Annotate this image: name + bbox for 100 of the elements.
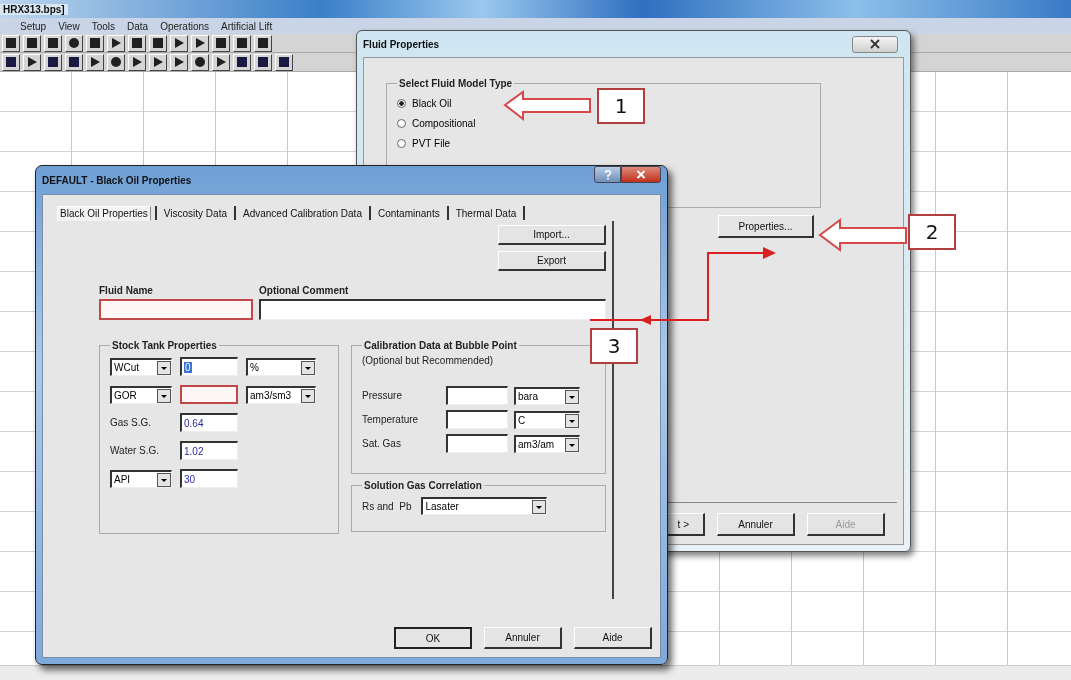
tab[interactable]: Thermal Data bbox=[452, 205, 520, 221]
triangle-icon bbox=[194, 37, 206, 49]
input-field[interactable] bbox=[446, 434, 508, 453]
tab[interactable]: Viscosity Data bbox=[160, 205, 230, 221]
dialog-button[interactable]: Export bbox=[498, 251, 606, 271]
input-field[interactable]: 0.64 bbox=[180, 413, 238, 432]
close-button[interactable] bbox=[852, 35, 898, 53]
dropdown[interactable]: am3/sm3 bbox=[246, 385, 316, 404]
dialog-button[interactable]: Annuler bbox=[717, 513, 795, 536]
toolbar-button[interactable] bbox=[107, 34, 125, 52]
triangle-icon bbox=[131, 56, 143, 68]
dropdown[interactable]: % bbox=[246, 357, 316, 376]
field-label: Temperature bbox=[362, 414, 420, 425]
toolbar-button[interactable] bbox=[44, 34, 62, 52]
toolbar-button[interactable] bbox=[44, 53, 62, 71]
dialog-button[interactable]: Aide bbox=[574, 627, 652, 649]
triangle-icon bbox=[215, 56, 227, 68]
callout-number: 3 bbox=[590, 328, 638, 364]
menu-item[interactable]: Artificial Lift bbox=[221, 20, 273, 32]
toolbar-button[interactable] bbox=[65, 34, 83, 52]
toolbar-button[interactable] bbox=[2, 34, 20, 52]
help-icon bbox=[603, 169, 612, 180]
toolbar-button[interactable] bbox=[86, 53, 104, 71]
input-field[interactable]: 30 bbox=[180, 469, 238, 488]
menu-item[interactable]: Data bbox=[127, 20, 149, 32]
toolbar-button[interactable] bbox=[23, 53, 41, 71]
toolbar-button[interactable] bbox=[170, 34, 188, 52]
tab[interactable]: Advanced Calibration Data bbox=[240, 205, 365, 221]
square-icon bbox=[89, 37, 101, 49]
window-title: HRX313.bps] bbox=[0, 3, 68, 15]
toolbar-button[interactable] bbox=[275, 53, 293, 71]
toolbar-button[interactable] bbox=[191, 34, 209, 52]
toolbar-button[interactable] bbox=[65, 53, 83, 71]
toolbar-button[interactable] bbox=[212, 53, 230, 71]
field-label: Pressure bbox=[362, 390, 403, 401]
triangle-icon bbox=[89, 56, 101, 68]
square-icon bbox=[68, 56, 80, 68]
menu-item[interactable]: Operations bbox=[160, 20, 210, 32]
tab[interactable]: Black Oil Properties bbox=[57, 205, 151, 221]
input-field[interactable] bbox=[259, 299, 606, 320]
radio-label: Black Oil bbox=[412, 97, 452, 109]
input-field[interactable] bbox=[99, 299, 253, 320]
dialog-button[interactable]: OK bbox=[394, 627, 472, 649]
toolbar-button[interactable] bbox=[254, 34, 272, 52]
circle-icon bbox=[110, 56, 122, 68]
dropdown[interactable]: am3/am bbox=[514, 434, 580, 453]
dropdown[interactable]: GOR bbox=[110, 385, 172, 404]
caret-icon bbox=[565, 413, 579, 428]
triangle-icon bbox=[173, 56, 185, 68]
menu-item[interactable]: Tools bbox=[91, 20, 115, 32]
square-icon bbox=[47, 56, 59, 68]
dialog-button[interactable]: Annuler bbox=[484, 627, 562, 649]
toolbar-button[interactable] bbox=[128, 53, 146, 71]
triangle-icon bbox=[26, 56, 38, 68]
caret-icon bbox=[157, 360, 171, 375]
input-field[interactable] bbox=[446, 410, 508, 429]
toolbar-button[interactable] bbox=[2, 53, 20, 71]
toolbar-button[interactable] bbox=[170, 53, 188, 71]
tab[interactable]: Contaminants bbox=[374, 205, 443, 221]
input-field[interactable] bbox=[446, 386, 508, 405]
dropdown[interactable]: Lasater bbox=[421, 497, 548, 515]
toolbar-button[interactable] bbox=[212, 34, 230, 52]
toolbar-button[interactable] bbox=[86, 34, 104, 52]
toolbar-button[interactable] bbox=[128, 34, 146, 52]
square-icon bbox=[257, 37, 269, 49]
toolbar-button[interactable] bbox=[149, 53, 167, 71]
dropdown[interactable]: API bbox=[110, 469, 172, 488]
caret-icon bbox=[157, 472, 171, 487]
help-button[interactable] bbox=[594, 166, 621, 183]
field-label: Sat. Gas bbox=[362, 438, 402, 449]
dropdown[interactable]: bara bbox=[514, 386, 580, 405]
square-icon bbox=[131, 37, 143, 49]
toolbar-button[interactable] bbox=[233, 34, 251, 52]
radio-button[interactable] bbox=[397, 138, 406, 148]
menu-item[interactable]: Setup bbox=[20, 20, 47, 32]
group-title: Solution Gas Correlation bbox=[363, 480, 483, 491]
properties-button[interactable]: Properties... bbox=[718, 215, 814, 238]
square-icon bbox=[5, 37, 17, 49]
toolbar-button[interactable] bbox=[233, 53, 251, 71]
input-field[interactable] bbox=[180, 385, 238, 404]
dropdown[interactable]: C bbox=[514, 410, 580, 429]
radio-button[interactable] bbox=[397, 118, 406, 128]
field-label: Water S.G. bbox=[110, 445, 161, 456]
circle-icon bbox=[194, 56, 206, 68]
dropdown[interactable]: WCut bbox=[110, 357, 172, 376]
caret-icon bbox=[301, 360, 315, 375]
toolbar-button[interactable] bbox=[191, 53, 209, 71]
caret-icon bbox=[565, 389, 579, 404]
input-field[interactable]: 0 bbox=[180, 357, 238, 376]
toolbar-button[interactable] bbox=[254, 53, 272, 71]
square-icon bbox=[236, 56, 248, 68]
toolbar-button[interactable] bbox=[23, 34, 41, 52]
toolbar-button[interactable] bbox=[149, 34, 167, 52]
dialog-title: DEFAULT - Black Oil Properties bbox=[42, 174, 192, 186]
input-field[interactable]: 1.02 bbox=[180, 441, 238, 460]
close-button[interactable] bbox=[621, 166, 661, 183]
dialog-button[interactable]: Import... bbox=[498, 225, 606, 245]
menu-item[interactable]: View bbox=[58, 20, 80, 32]
radio-button[interactable] bbox=[397, 98, 406, 108]
toolbar-button[interactable] bbox=[107, 53, 125, 71]
